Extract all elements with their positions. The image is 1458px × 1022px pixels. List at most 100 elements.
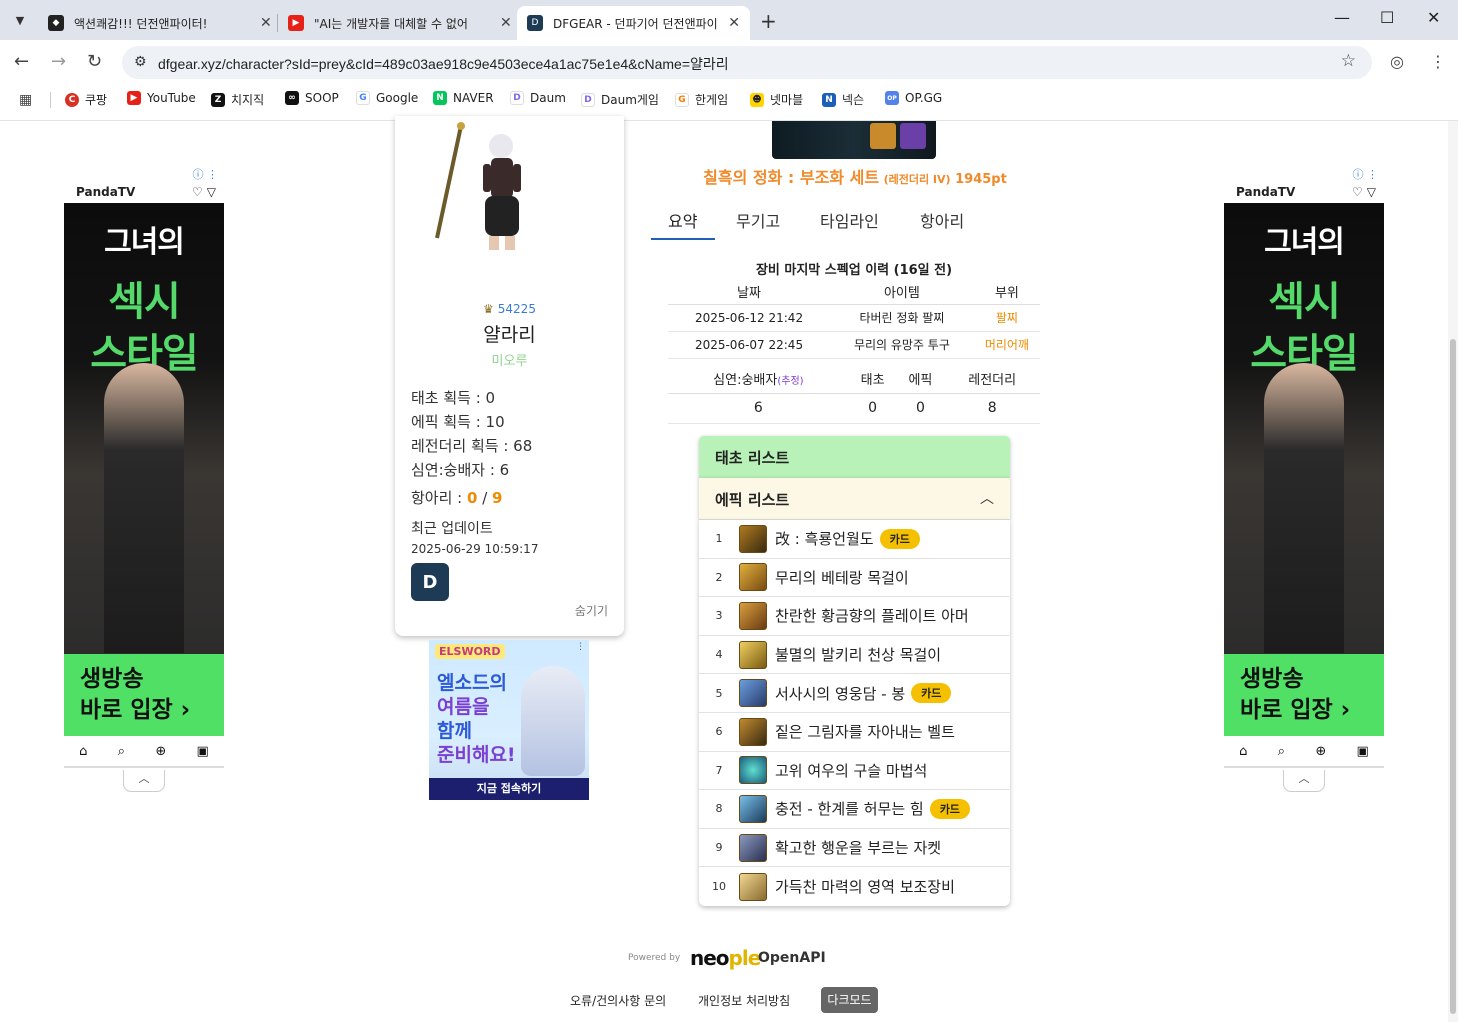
add-icon[interactable]: ⊕ bbox=[1315, 744, 1326, 759]
tab-timeline[interactable]: 타임라인 bbox=[820, 208, 879, 232]
ad-image[interactable]: 그녀의 섹시 스타일 bbox=[64, 203, 224, 654]
bookmark-divider bbox=[50, 92, 51, 108]
minimize-button[interactable]: — bbox=[1334, 8, 1350, 27]
calendar-icon[interactable]: ▣ bbox=[197, 744, 209, 759]
ad-collapse-button[interactable]: ︿ bbox=[123, 770, 165, 792]
bookmark-nexon[interactable]: N 넥슨 bbox=[822, 91, 864, 108]
url-text[interactable]: dfgear.xyz/character?sId=prey&cId=489c03… bbox=[158, 54, 729, 74]
forward-button[interactable]: → bbox=[51, 51, 66, 72]
bookmark-soop[interactable]: ∞ SOOP bbox=[285, 91, 339, 105]
add-icon[interactable]: ⊕ bbox=[155, 744, 166, 759]
bookmark-youtube[interactable]: ▶ YouTube bbox=[127, 91, 196, 105]
bookmark-hangame[interactable]: G 한게임 bbox=[675, 91, 728, 108]
bookmark-label: 쿠팡 bbox=[85, 93, 108, 107]
estimate-hint: (추정) bbox=[777, 376, 804, 388]
new-tab-button[interactable]: + bbox=[760, 9, 777, 33]
list-item[interactable]: 9 확고한 행운을 부르는 자켓 bbox=[699, 829, 1010, 868]
bookmark-netmarble[interactable]: ☻ 넷마블 bbox=[750, 91, 803, 108]
calendar-icon[interactable]: ▣ bbox=[1357, 744, 1369, 759]
list-item[interactable]: 6 짙은 그림자를 자아내는 벨트 bbox=[699, 713, 1010, 752]
tab-hangari[interactable]: 항아리 bbox=[920, 208, 964, 232]
item-name: 짙은 그림자를 자아내는 벨트 bbox=[775, 723, 955, 742]
home-icon[interactable]: ⌂ bbox=[79, 744, 87, 759]
list-item[interactable]: 4 불멸의 발키리 천상 목걸이 bbox=[699, 636, 1010, 675]
tab-dfgear[interactable]: D DFGEAR - 던파기어 던전앤파이 ✕ bbox=[517, 6, 750, 40]
scrollbar-thumb[interactable] bbox=[1450, 339, 1456, 1014]
list-item[interactable]: 10 가득찬 마력의 영역 보조장비 bbox=[699, 867, 1010, 906]
contact-link[interactable]: 오류/건의사항 문의 bbox=[570, 992, 666, 1009]
apps-button[interactable]: ▦ bbox=[19, 92, 32, 108]
tab-search-button[interactable]: ▼ bbox=[7, 8, 33, 32]
bookmarks-bar: ▦ C 쿠팡 ▶ YouTube Z 치지직 ∞ SOOP G Google N NAVER… bbox=[0, 86, 1458, 114]
minimize-icon: — bbox=[1334, 8, 1350, 27]
item-number: 5 bbox=[715, 686, 723, 700]
epic-list-header[interactable]: 에픽 리스트 ︿ bbox=[699, 478, 1010, 520]
list-item[interactable]: 5 서사시의 영웅담 - 봉 카드 bbox=[699, 674, 1010, 713]
chevron-up-icon: ︿ bbox=[138, 772, 150, 785]
tab-youtube[interactable]: ▶ "AI는 개발자를 대체할 수 없어 ✕ bbox=[278, 6, 522, 40]
hangame-icon: G bbox=[675, 92, 689, 107]
bookmark-daum[interactable]: D Daum bbox=[510, 91, 566, 105]
bookmark-chzzk[interactable]: Z 치지직 bbox=[211, 91, 264, 108]
bookmark-google[interactable]: G Google bbox=[356, 91, 418, 105]
bookmark-opgg[interactable]: OP OP.GG bbox=[885, 91, 942, 105]
right-ad-banner[interactable]: ⓘ ⋮ PandaTV ♡ ▽ 그녀의 섹시 스타일 생방송 바로 입장 › ⌂… bbox=[1224, 166, 1384, 792]
heart-filter-icon[interactable]: ♡ ▽ bbox=[1352, 185, 1376, 199]
left-ad-banner[interactable]: ⓘ ⋮ PandaTV ♡ ▽ 그녀의 섹시 스타일 생방송 바로 입장 › ⌂… bbox=[64, 166, 224, 792]
dark-mode-button[interactable]: 다크모드 bbox=[821, 987, 878, 1013]
guild-name[interactable]: 미오루 bbox=[395, 350, 624, 369]
bookmark-daum-game[interactable]: D Daum게임 bbox=[581, 91, 659, 108]
bookmark-coupang[interactable]: C 쿠팡 bbox=[65, 91, 107, 108]
taecho-list-header[interactable]: 태초 리스트 bbox=[699, 436, 1010, 478]
ad-cta-button[interactable]: 지금 접속하기 bbox=[429, 778, 589, 800]
reload-button[interactable]: ↻ bbox=[87, 51, 102, 72]
elsword-ad[interactable]: ELSWORD ⋮ 엘소드의 여름을 함께 준비해요! 지금 접속하기 bbox=[429, 640, 589, 800]
youtube-favicon-icon: ▶ bbox=[288, 15, 304, 31]
menu-button[interactable]: ⋮ bbox=[1430, 52, 1446, 71]
ad-info-icon[interactable]: ⋮ bbox=[576, 642, 585, 652]
site-info-icon[interactable]: ⚙ bbox=[134, 54, 147, 70]
heart-filter-icon[interactable]: ♡ ▽ bbox=[192, 185, 216, 199]
chevron-up-icon[interactable]: ︿ bbox=[980, 488, 994, 508]
ad-cta[interactable]: 생방송 바로 입장 › bbox=[1224, 654, 1384, 736]
cell-epic: 0 bbox=[896, 393, 945, 424]
bookmark-naver[interactable]: N NAVER bbox=[433, 91, 494, 105]
fame-number: 54225 bbox=[497, 302, 536, 316]
bookmark-star-icon[interactable]: ☆ bbox=[1341, 51, 1356, 71]
close-window-button[interactable]: ✕ bbox=[1427, 8, 1440, 27]
active-tab-underline bbox=[651, 238, 715, 240]
ad-collapse-button[interactable]: ︿ bbox=[1283, 770, 1325, 792]
set-grade: (레전더리 IV) bbox=[883, 173, 951, 186]
back-button[interactable]: ← bbox=[14, 51, 29, 72]
page-scrollbar[interactable] bbox=[1448, 121, 1458, 1022]
close-icon[interactable]: ✕ bbox=[728, 15, 740, 31]
cell-slot: 머리어깨 bbox=[973, 331, 1040, 359]
close-icon[interactable]: ✕ bbox=[260, 15, 272, 31]
item-name: 불멸의 발키리 천상 목걸이 bbox=[775, 646, 942, 665]
item-name: 충전 - 한계를 허무는 힘 bbox=[775, 800, 924, 819]
dfgear-button[interactable]: D bbox=[411, 563, 449, 601]
hide-link[interactable]: 숨기기 bbox=[575, 602, 608, 619]
list-item[interactable]: 1 改 : 흑룡언월도 카드 bbox=[699, 520, 1010, 559]
list-item[interactable]: 7 고위 여우의 구슬 마법석 bbox=[699, 752, 1010, 791]
close-icon[interactable]: ✕ bbox=[500, 15, 512, 31]
ad-image[interactable]: 그녀의 섹시 스타일 bbox=[1224, 203, 1384, 654]
search-icon[interactable]: ⌕ bbox=[1278, 744, 1285, 759]
list-item[interactable]: 2 무리의 베테랑 목걸이 bbox=[699, 559, 1010, 598]
privacy-link[interactable]: 개인정보 처리방침 bbox=[698, 992, 790, 1009]
item-name: 改 : 흑룡언월도 bbox=[775, 530, 874, 549]
address-bar[interactable]: ⚙ dfgear.xyz/character?sId=prey&cId=489c… bbox=[122, 46, 1372, 79]
tab-summary[interactable]: 요약 bbox=[668, 208, 697, 232]
tab-dnf[interactable]: ◆ 액션쾌감!!! 던전앤파이터! ✕ bbox=[38, 6, 282, 40]
list-item[interactable]: 3 찬란한 황금향의 플레이트 아머 bbox=[699, 597, 1010, 636]
profile-button[interactable]: ◎ bbox=[1390, 52, 1404, 71]
ad-cta[interactable]: 생방송 바로 입장 › bbox=[64, 654, 224, 736]
list-item[interactable]: 8 충전 - 한계를 허무는 힘 카드 bbox=[699, 790, 1010, 829]
powered-by-neople[interactable]: Powered by neople OpenAPI bbox=[628, 940, 828, 974]
ad-headline: 함께 bbox=[437, 720, 472, 742]
tab-armory[interactable]: 무기고 bbox=[736, 208, 780, 232]
home-icon[interactable]: ⌂ bbox=[1239, 744, 1247, 759]
card-badge: 카드 bbox=[911, 683, 952, 704]
maximize-button[interactable]: ☐ bbox=[1380, 8, 1394, 27]
search-icon[interactable]: ⌕ bbox=[118, 744, 125, 759]
